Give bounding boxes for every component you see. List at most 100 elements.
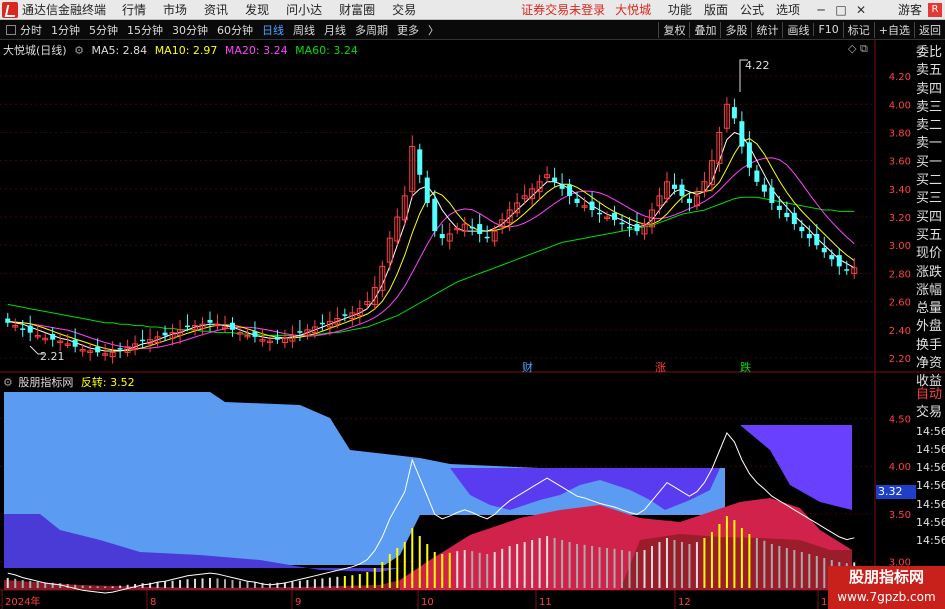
indicator-info-line: ⚙ 股朋指标网 反转: 3.52 <box>3 374 135 390</box>
quote-label[interactable]: 卖二 <box>916 117 945 135</box>
event-marker-rise[interactable]: 涨 <box>655 359 666 375</box>
candle-body-down <box>207 319 213 323</box>
quote-label[interactable]: 总量 <box>916 300 945 318</box>
quote-label[interactable]: 委比 <box>916 44 945 62</box>
chart-area[interactable]: 4.20 4.00 3.80 3.60 3.40 3.20 3.00 2.80 2.60 2.40… <box>0 40 945 609</box>
indicator-y-tick: 3.50 <box>889 510 911 521</box>
toolbar-square-icon[interactable] <box>6 24 16 35</box>
quote-label[interactable]: 买三 <box>916 190 945 208</box>
btn-add-watch[interactable]: +自选 <box>873 21 914 38</box>
ma60-line <box>7 196 855 336</box>
menu-item-news[interactable]: 资讯 <box>204 1 228 18</box>
quote-label[interactable]: 涨幅 <box>916 282 945 300</box>
login-notice[interactable]: 证券交易未登录 <box>521 1 605 18</box>
quote-label[interactable]: 卖一 <box>916 135 945 153</box>
ma10-line <box>7 137 855 352</box>
close-icon[interactable]: ✕ <box>852 3 870 17</box>
y-tick-label: 3.80 <box>889 128 911 139</box>
period-5min[interactable]: 5分钟 <box>89 22 118 38</box>
indicator-gear-icon[interactable]: ⚙ <box>3 376 13 389</box>
btn-mark[interactable]: 标记 <box>842 21 874 38</box>
x-tick-label: 12 <box>678 597 691 608</box>
period-monthly[interactable]: 月线 <box>324 22 346 38</box>
candle-body-down <box>739 121 745 147</box>
quote-label[interactable]: 外盘 <box>916 318 945 336</box>
period-weekly[interactable]: 周线 <box>293 22 315 38</box>
indicator-name: 股朋指标网 <box>18 376 74 389</box>
x-tick-label: 9 <box>295 597 301 608</box>
candle-body-down <box>806 233 812 239</box>
candle-body-down <box>95 346 101 353</box>
trade-time: 14:56 <box>916 442 945 456</box>
menu-item-ask[interactable]: 问小达 <box>286 1 322 18</box>
menu-item-discover[interactable]: 发现 <box>245 1 269 18</box>
btn-adjust[interactable]: 复权 <box>658 21 689 38</box>
btn-stats[interactable]: 统计 <box>751 21 782 38</box>
y-tick-label: 3.40 <box>889 185 911 196</box>
candle-body-down <box>162 332 168 336</box>
candle-body-down <box>424 177 430 203</box>
candle-body-down <box>469 226 475 229</box>
menu-item-quotes[interactable]: 行情 <box>122 1 146 18</box>
quote-label[interactable]: 买四 <box>916 209 945 227</box>
quote-label[interactable]: 买二 <box>916 172 945 190</box>
event-marker-fall[interactable]: 跌 <box>740 359 751 375</box>
candle-body-down <box>814 233 820 246</box>
period-more[interactable]: 更多 <box>397 22 419 38</box>
period-1min[interactable]: 1分钟 <box>51 22 80 38</box>
btn-back[interactable]: 返回 <box>914 21 945 38</box>
trade-time: 14:56 <box>916 479 945 493</box>
y-tick-label: 3.60 <box>889 157 911 168</box>
btn-f10[interactable]: F10 <box>813 23 842 36</box>
period-60min[interactable]: 60分钟 <box>217 22 253 38</box>
ma5-line <box>7 131 855 352</box>
watermark-url: www.7gpzb.com <box>837 590 936 604</box>
guest-label[interactable]: 游客 <box>898 1 922 18</box>
candle-body-down <box>574 198 580 203</box>
candle-body-down <box>185 325 191 328</box>
chart-settings-icon[interactable]: ◇ ⧉ <box>848 42 868 56</box>
quote-label[interactable]: 涨跌 <box>916 264 945 282</box>
menu-function[interactable]: 功能 <box>668 1 692 18</box>
quote-label[interactable]: 卖三 <box>916 99 945 117</box>
period-multi[interactable]: 多周期 <box>355 22 388 38</box>
quote-label[interactable]: 换手 <box>916 337 945 355</box>
auto-trade-label[interactable]: 自动 <box>916 386 945 404</box>
period-daily[interactable]: 日线 <box>262 22 284 38</box>
menu-formula[interactable]: 公式 <box>740 1 764 18</box>
more-chevron-icon[interactable]: 〉 <box>428 22 439 38</box>
high-price-label: 4.22 <box>745 59 770 72</box>
menu-bar: 通达信金融终端 行情 市场 资讯 发现 问小达 财富圈 交易 证券交易未登录 大… <box>0 0 945 20</box>
btn-overlay[interactable]: 叠加 <box>689 21 720 38</box>
y-tick-label: 2.20 <box>889 354 911 365</box>
chart-svg[interactable]: 4.20 4.00 3.80 3.60 3.40 3.20 3.00 2.80 2.60 2.40… <box>0 40 945 609</box>
period-30min[interactable]: 30分钟 <box>172 22 208 38</box>
maximize-icon[interactable]: □ <box>832 3 850 17</box>
period-intraday[interactable]: 分时 <box>20 22 42 38</box>
quote-label[interactable]: 卖五 <box>916 62 945 80</box>
settings-gear-icon[interactable]: ⚙ <box>74 44 84 57</box>
menu-item-market[interactable]: 市场 <box>163 1 187 18</box>
quote-label[interactable]: 现价 <box>916 245 945 263</box>
trade-label[interactable]: 交易 <box>916 404 945 422</box>
event-marker-finance[interactable]: 财 <box>522 359 533 375</box>
y-tick-label: 4.00 <box>889 100 911 111</box>
menu-layout[interactable]: 版面 <box>704 1 728 18</box>
quote-label[interactable]: 净资 <box>916 355 945 373</box>
menu-item-wealth[interactable]: 财富圈 <box>339 1 375 18</box>
quote-label[interactable]: 买五 <box>916 227 945 245</box>
trade-panel: 自动 交易 14:56 14:56 14:56 14:56 14:56 14:5… <box>916 386 945 551</box>
candle-body-down <box>5 318 11 323</box>
candle-body-down <box>821 248 827 253</box>
quote-label[interactable]: 买一 <box>916 154 945 172</box>
ma60-label: MA60: 3.24 <box>295 44 358 57</box>
btn-draw[interactable]: 画线 <box>782 21 813 38</box>
minimize-icon[interactable]: ─ <box>812 3 830 17</box>
ma10-label: MA10: 2.97 <box>154 44 218 57</box>
indicator-value: 反转: 3.52 <box>80 376 135 389</box>
period-15min[interactable]: 15分钟 <box>127 22 163 38</box>
quote-label[interactable]: 卖四 <box>916 81 945 99</box>
btn-multistock[interactable]: 多股 <box>720 21 751 38</box>
menu-options[interactable]: 选项 <box>776 1 800 18</box>
menu-item-trade[interactable]: 交易 <box>392 1 416 18</box>
